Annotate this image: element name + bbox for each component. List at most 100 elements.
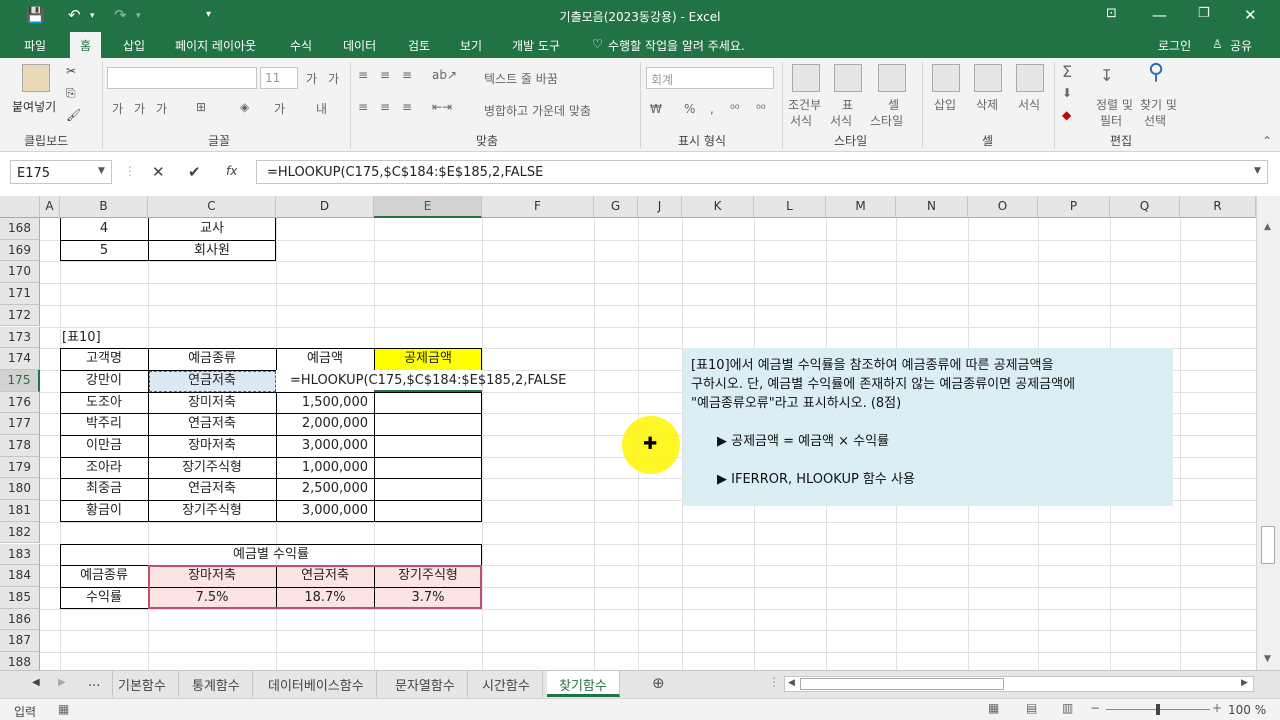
paste-label[interactable]: 붙여넣기: [12, 98, 56, 115]
scroll-left-icon[interactable]: ◀: [788, 678, 795, 688]
add-sheet-icon[interactable]: ⊕: [652, 674, 665, 692]
row-header[interactable]: 174: [0, 348, 40, 370]
name-box[interactable]: E175: [10, 160, 112, 184]
cancel-icon[interactable]: ✕: [152, 163, 165, 181]
row-header[interactable]: 183: [0, 543, 40, 566]
column-header[interactable]: E: [374, 196, 482, 218]
cell[interactable]: 장마저축: [148, 565, 276, 586]
cell[interactable]: 조아라: [60, 457, 148, 478]
row-header[interactable]: 176: [0, 391, 40, 414]
row-header[interactable]: 186: [0, 608, 40, 631]
row-header[interactable]: 185: [0, 586, 40, 609]
page-break-view-icon[interactable]: ▥: [1062, 701, 1073, 715]
row-header[interactable]: 170: [0, 261, 40, 284]
insert-cells-icon[interactable]: [932, 64, 960, 92]
align-top-icon[interactable]: ≡: [358, 68, 368, 82]
column-header[interactable]: L: [754, 196, 826, 218]
conditional-format-label-2[interactable]: 서식: [790, 112, 812, 129]
cell[interactable]: 장기주식형: [148, 457, 276, 478]
merge-center-button[interactable]: 병합하고 가운데 맞춤: [484, 102, 591, 119]
sheet-tab[interactable]: 통계함수: [180, 671, 253, 697]
tab-view[interactable]: 보기: [460, 37, 482, 54]
cell[interactable]: 연금저축: [148, 413, 276, 434]
column-header[interactable]: B: [60, 196, 148, 218]
column-header[interactable]: A: [40, 196, 60, 218]
align-right-icon[interactable]: ≡: [402, 100, 412, 114]
orientation-icon[interactable]: ab↗: [432, 68, 457, 82]
horizontal-scroll-thumb[interactable]: [800, 678, 1004, 690]
normal-view-icon[interactable]: ▦: [988, 701, 999, 715]
restore-icon[interactable]: ❐: [1198, 6, 1210, 21]
align-middle-icon[interactable]: ≡: [380, 68, 390, 82]
sheet-tab[interactable]: 문자열함수: [383, 671, 468, 697]
grow-font-icon[interactable]: 가: [306, 70, 317, 87]
name-box-dropdown-icon[interactable]: ▼: [98, 166, 105, 176]
format-table-label[interactable]: 표: [842, 96, 853, 113]
cell-styles-icon[interactable]: [878, 64, 906, 92]
tab-home[interactable]: 홈: [70, 32, 102, 58]
sort-filter-label-2[interactable]: 필터: [1100, 112, 1122, 129]
row-header[interactable]: 184: [0, 565, 40, 587]
macro-record-icon[interactable]: ▦: [58, 702, 69, 716]
fill-icon[interactable]: ⬇: [1062, 86, 1072, 100]
copy-icon[interactable]: ⎘: [66, 86, 76, 101]
row-header[interactable]: 182: [0, 521, 40, 544]
row-header[interactable]: 179: [0, 456, 40, 479]
column-header[interactable]: F: [482, 196, 594, 218]
row-header[interactable]: 169: [0, 239, 40, 262]
cell[interactable]: 5: [60, 240, 148, 261]
percent-icon[interactable]: %: [684, 102, 695, 116]
cut-icon[interactable]: ✂: [66, 64, 76, 78]
insert-cells-label[interactable]: 삽입: [934, 96, 956, 113]
increase-decimal-icon[interactable]: ⁰⁰: [730, 102, 740, 116]
cell[interactable]: 수익률: [60, 587, 148, 608]
bold-icon[interactable]: 가: [112, 100, 123, 117]
tab-splitter-icon[interactable]: ⋮: [768, 675, 780, 689]
cell[interactable]: 최중금: [60, 478, 148, 499]
wrap-text-button[interactable]: 텍스트 줄 바꿈: [484, 70, 558, 87]
formula-input[interactable]: =HLOOKUP(C175,$C$184:$E$185,2,FALSE: [256, 160, 1268, 184]
font-color-icon[interactable]: 가: [274, 100, 285, 117]
share-button[interactable]: 공유: [1230, 37, 1252, 54]
cell[interactable]: 도조아: [60, 392, 148, 413]
tell-me-box[interactable]: 수행할 작업을 알려 주세요.: [608, 37, 745, 54]
conditional-format-label[interactable]: 조건부: [788, 96, 821, 113]
fill-color-icon[interactable]: ◈: [240, 100, 249, 114]
expand-formula-bar-icon[interactable]: ▼: [1254, 166, 1261, 176]
collapse-ribbon-icon[interactable]: ⌃: [1262, 134, 1272, 148]
scroll-up-icon[interactable]: ▲: [1264, 222, 1271, 232]
column-header[interactable]: P: [1038, 196, 1110, 218]
zoom-level[interactable]: 100 %: [1228, 703, 1266, 717]
row-header[interactable]: 180: [0, 478, 40, 501]
table-caption[interactable]: [표10]: [62, 327, 101, 348]
comma-icon[interactable]: ,: [710, 102, 714, 116]
enter-icon[interactable]: ✔: [188, 163, 201, 181]
autosum-icon[interactable]: Σ: [1062, 62, 1072, 81]
underline-icon[interactable]: 가: [156, 100, 167, 117]
italic-icon[interactable]: 가: [134, 100, 145, 117]
row-header[interactable]: 173: [0, 326, 40, 349]
cell[interactable]: 2,500,000: [276, 478, 374, 499]
insert-function-icon[interactable]: fx: [226, 164, 237, 178]
tab-file[interactable]: 파일: [24, 37, 46, 54]
column-header[interactable]: G: [594, 196, 638, 218]
next-sheet-icon[interactable]: ▶: [58, 677, 66, 688]
tab-data[interactable]: 데이터: [343, 37, 376, 54]
cell[interactable]: 3,000,000: [276, 435, 374, 456]
scroll-right-icon[interactable]: ▶: [1241, 678, 1248, 688]
number-format-box[interactable]: 회계: [646, 67, 774, 89]
scroll-thumb[interactable]: [1261, 526, 1275, 564]
cell[interactable]: 예금종류: [60, 565, 148, 586]
prev-sheet-icon[interactable]: ◀: [32, 677, 40, 688]
format-cells-icon[interactable]: [1016, 64, 1044, 92]
indent-icon[interactable]: ⇤⇥: [432, 100, 452, 114]
cell[interactable]: 장기주식형: [148, 500, 276, 521]
column-header[interactable]: O: [968, 196, 1038, 218]
vertical-scrollbar[interactable]: ▲ ▼: [1256, 196, 1280, 670]
cell[interactable]: 박주리: [60, 413, 148, 434]
decrease-decimal-icon[interactable]: ⁰⁰: [756, 102, 766, 116]
row-header[interactable]: 188: [0, 652, 40, 670]
close-icon[interactable]: ✕: [1244, 6, 1257, 24]
find-select-icon[interactable]: ⚲: [1148, 60, 1164, 85]
font-name-box[interactable]: [107, 67, 257, 89]
